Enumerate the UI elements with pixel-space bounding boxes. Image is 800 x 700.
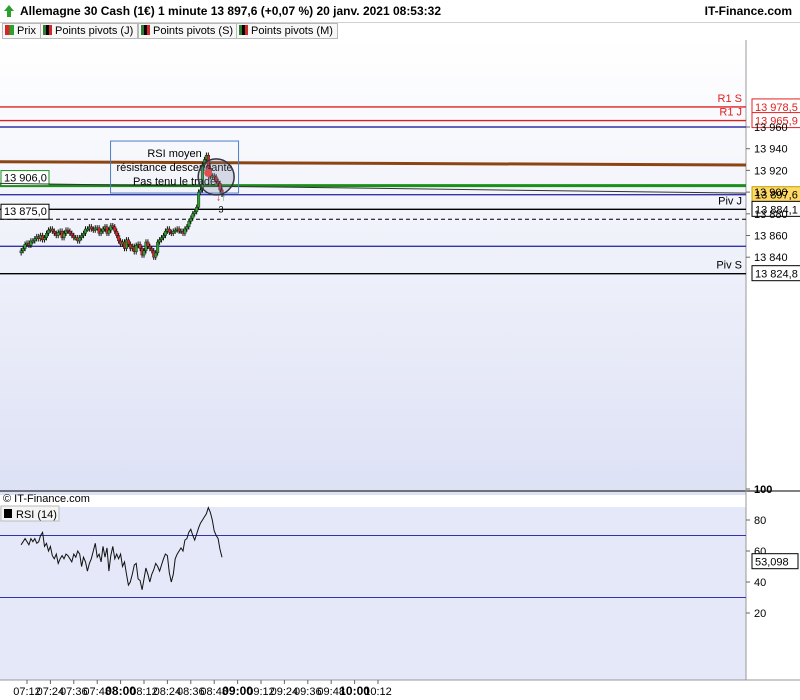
candle-body	[107, 229, 111, 234]
level-name: Piv J	[718, 195, 742, 207]
trade-dot	[204, 168, 213, 177]
level-value-label: 13 824,8	[755, 269, 798, 281]
pivot-icon	[141, 25, 150, 35]
candle-body	[68, 230, 72, 234]
candle-body	[99, 230, 103, 234]
legend-item-prix[interactable]: Prix	[2, 23, 41, 39]
legend-item-pivots-j[interactable]: Points pivots (J)	[40, 23, 139, 39]
legend-item-pivots-s[interactable]: Points pivots (S)	[138, 23, 239, 39]
y-tick-label: 13 900	[754, 187, 788, 199]
copyright-label: © IT-Finance.com	[3, 493, 90, 505]
rsi-y-tick-label: 80	[754, 515, 766, 527]
y-tick-label: 13 860	[754, 231, 788, 243]
candle-body	[191, 213, 195, 219]
candle-body	[134, 245, 138, 252]
candle-body	[45, 233, 49, 238]
candle-body	[78, 237, 82, 242]
candle-body	[187, 221, 191, 228]
level-name: Piv S	[716, 260, 742, 272]
candle-body	[154, 252, 158, 258]
candle-body	[31, 240, 35, 243]
candle-body	[183, 228, 187, 234]
level-name: R1 S	[718, 93, 742, 105]
candle-body	[80, 235, 84, 238]
candle-body	[177, 228, 181, 232]
highlight-circle	[197, 158, 235, 196]
candle-body	[142, 250, 146, 256]
up-arrow-icon	[4, 5, 14, 17]
candle-body	[33, 238, 37, 242]
candle-body	[23, 243, 27, 249]
candle-body	[126, 239, 130, 245]
rsi-legend-label: RSI (14)	[16, 509, 57, 521]
candle-body	[50, 228, 54, 232]
rsi-y-tick-label: 100	[754, 484, 772, 496]
candle-body	[146, 241, 150, 247]
candle-body	[148, 246, 152, 249]
annotation-text: RSI moyen	[147, 148, 201, 160]
candle-body	[156, 241, 160, 254]
legend-label: Points pivots (M)	[251, 25, 333, 37]
candle-body	[52, 230, 56, 234]
legend-label: Prix	[17, 25, 36, 37]
buy-arrow-icon: ↑	[221, 192, 226, 203]
dashed-level-label: 13 875,0	[4, 206, 47, 218]
candle-body	[89, 226, 93, 230]
rsi-value-label: 53,098	[755, 557, 789, 569]
legend-bar: Prix Points pivots (J) Points pivots (S)…	[0, 22, 800, 40]
candle-body	[138, 243, 142, 249]
candle-body	[189, 217, 193, 222]
candle-body	[195, 207, 199, 212]
candle-body	[85, 228, 89, 231]
candle-body	[117, 235, 121, 242]
candle-body	[199, 189, 203, 193]
candle-body	[115, 230, 119, 236]
pivot-icon	[239, 25, 248, 35]
legend-label: Points pivots (S)	[153, 25, 234, 37]
level-name: R1 J	[719, 107, 742, 119]
candle-body	[160, 237, 164, 241]
candle-body	[43, 237, 47, 241]
pivot-icon	[43, 25, 52, 35]
candle-body	[185, 226, 189, 230]
candle-body	[19, 250, 23, 254]
candle-body	[193, 211, 197, 215]
candle-body	[197, 191, 201, 208]
chart-title: Allemagne 30 Cash (1€) 1 minute 13 897,6…	[20, 4, 442, 18]
candle-body	[113, 226, 117, 232]
rsi-y-tick-label: 20	[754, 608, 766, 620]
rsi-legend-swatch	[4, 509, 12, 518]
chart-canvas: © IT-Finance.com R1 S13 978,5R1 J13 965,…	[0, 40, 800, 698]
candle-body	[82, 233, 86, 236]
rsi-y-tick-label: 40	[754, 577, 766, 589]
candle-body	[70, 233, 74, 236]
y-tick-label: 13 960	[754, 122, 788, 134]
y-tick-label: 13 840	[754, 252, 788, 264]
green-level-label: 13 906,0	[4, 173, 47, 185]
y-tick-label: 13 940	[754, 144, 788, 156]
candle-body	[161, 235, 165, 238]
candle-body	[101, 228, 105, 232]
candle-body	[150, 248, 154, 251]
legend-item-pivots-m[interactable]: Points pivots (M)	[236, 23, 338, 39]
price-panel-bg	[0, 40, 746, 495]
x-tick-label: 10:12	[364, 686, 392, 698]
brand-label: IT-Finance.com	[704, 4, 792, 18]
y-tick-label: 13 920	[754, 165, 788, 177]
title-bar: Allemagne 30 Cash (1€) 1 minute 13 897,6…	[0, 0, 800, 23]
candle-body	[158, 239, 162, 243]
candle-body	[167, 228, 171, 233]
candle-body	[62, 233, 66, 238]
y-tick-label: 13 880	[754, 209, 788, 221]
candle-body	[21, 248, 25, 251]
rsi-panel-bg	[0, 507, 746, 680]
legend-label: Points pivots (J)	[55, 25, 134, 37]
candle-icon	[5, 25, 14, 35]
candle-body	[163, 230, 167, 236]
candle-body	[72, 235, 76, 238]
trade-marker-label: 3	[219, 204, 224, 214]
